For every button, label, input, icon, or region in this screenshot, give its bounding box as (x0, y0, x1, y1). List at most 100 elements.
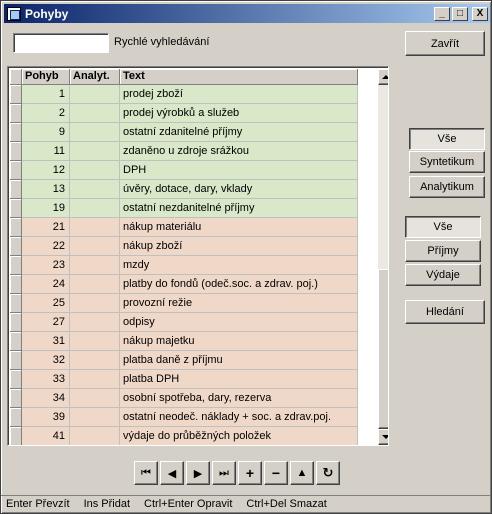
nav-next-button[interactable]: ▶ (186, 461, 210, 485)
cell-analyt[interactable] (70, 389, 120, 408)
cell-text[interactable]: nákup majetku (120, 332, 358, 351)
cell-analyt[interactable] (70, 351, 120, 370)
table-row[interactable]: 13 úvěry, dotace, dary, vklady (10, 180, 358, 199)
cell-pohyb[interactable]: 25 (22, 294, 70, 313)
cell-pohyb[interactable]: 9 (22, 123, 70, 142)
cell-analyt[interactable] (70, 370, 120, 389)
table-row[interactable]: 9 ostatní zdanitelné příjmy (10, 123, 358, 142)
filter-all-button[interactable]: Vše (409, 128, 485, 150)
nav-first-button[interactable]: ⏮ (134, 461, 158, 485)
cell-text[interactable]: platba DPH (120, 370, 358, 389)
cell-text[interactable]: DPH (120, 161, 358, 180)
table-row[interactable]: 34 osobní spotřeba, dary, rezerva (10, 389, 358, 408)
table-row[interactable]: 27 odpisy (10, 313, 358, 332)
table-row[interactable]: 1 prodej zboží (10, 85, 358, 104)
scroll-thumb[interactable] (378, 269, 388, 429)
table-row[interactable]: 31 nákup majetku (10, 332, 358, 351)
cell-text[interactable]: odpisy (120, 313, 358, 332)
cell-pohyb[interactable]: 27 (22, 313, 70, 332)
nav-insert-button[interactable]: + (238, 461, 262, 485)
table-row[interactable]: 23 mzdy (10, 256, 358, 275)
table-row[interactable]: 32 platba daně z příjmu (10, 351, 358, 370)
cell-text[interactable]: nákup materiálu (120, 218, 358, 237)
cell-text[interactable]: prodej výrobků a služeb (120, 104, 358, 123)
cell-pohyb[interactable]: 22 (22, 237, 70, 256)
table-row[interactable]: 24 platby do fondů (odeč.soc. a zdrav. po… (10, 275, 358, 294)
cell-pohyb[interactable]: 19 (22, 199, 70, 218)
table-row[interactable]: 19 ostatní nezdanitelné příjmy (10, 199, 358, 218)
cell-analyt[interactable] (70, 275, 120, 294)
cell-analyt[interactable] (70, 313, 120, 332)
cell-analyt[interactable] (70, 408, 120, 427)
cell-text[interactable]: mzdy (120, 256, 358, 275)
cell-text[interactable]: nákup zboží (120, 237, 358, 256)
table-row[interactable]: 21 nákup materiálu (10, 218, 358, 237)
cell-text[interactable]: úvěry, dotace, dary, vklady (120, 180, 358, 199)
cell-analyt[interactable] (70, 161, 120, 180)
cell-text[interactable]: výdaje do průběžných položek (120, 427, 358, 445)
cell-analyt[interactable] (70, 142, 120, 161)
cell-pohyb[interactable]: 11 (22, 142, 70, 161)
cell-analyt[interactable] (70, 180, 120, 199)
cell-analyt[interactable] (70, 199, 120, 218)
analytikum-button[interactable]: Analytikum (409, 176, 485, 198)
cell-pohyb[interactable]: 34 (22, 389, 70, 408)
type-all-button[interactable]: Vše (405, 216, 481, 238)
cell-analyt[interactable] (70, 104, 120, 123)
table-row[interactable]: 22 nákup zboží (10, 237, 358, 256)
cell-pohyb[interactable]: 33 (22, 370, 70, 389)
table-row[interactable]: 39 ostatní neodeč. náklady + soc. a zdrav… (10, 408, 358, 427)
cell-analyt[interactable] (70, 237, 120, 256)
minimize-button[interactable]: _ (434, 6, 450, 21)
close-button[interactable]: Zavřít (405, 31, 485, 56)
maximize-button[interactable]: □ (452, 6, 468, 21)
hledani-button[interactable]: Hledání (405, 300, 485, 324)
movements-grid[interactable]: Pohyb Analyt. Text 1 prodej zboží 2 prodej … (7, 66, 389, 446)
table-row[interactable]: 12 DPH (10, 161, 358, 180)
cell-text[interactable]: ostatní neodeč. náklady + soc. a zdrav.p… (120, 408, 358, 427)
title-bar[interactable]: Pohyby _ □ X (4, 4, 490, 23)
cell-pohyb[interactable]: 21 (22, 218, 70, 237)
header-pohyb[interactable]: Pohyb (22, 69, 70, 85)
cell-pohyb[interactable]: 1 (22, 85, 70, 104)
cell-analyt[interactable] (70, 256, 120, 275)
cell-pohyb[interactable]: 2 (22, 104, 70, 123)
cell-pohyb[interactable]: 13 (22, 180, 70, 199)
prijmy-button[interactable]: Příjmy (405, 240, 481, 262)
header-text[interactable]: Text (120, 69, 358, 85)
vertical-scrollbar[interactable] (378, 69, 388, 445)
cell-pohyb[interactable]: 12 (22, 161, 70, 180)
cell-text[interactable]: zdaněno u zdroje srážkou (120, 142, 358, 161)
nav-post-button[interactable]: ▲ (290, 461, 314, 485)
nav-prior-button[interactable]: ◀ (160, 461, 184, 485)
nav-last-button[interactable]: ⏭ (212, 461, 236, 485)
nav-refresh-button[interactable]: ↻ (316, 461, 340, 485)
quick-search-input[interactable] (13, 33, 109, 53)
syntetikum-button[interactable]: Syntetikum (409, 151, 485, 173)
cell-analyt[interactable] (70, 218, 120, 237)
table-row[interactable]: 41 výdaje do průběžných položek (10, 427, 358, 445)
table-row[interactable]: 11 zdaněno u zdroje srážkou (10, 142, 358, 161)
scroll-down-button[interactable] (378, 429, 388, 445)
table-row[interactable]: 2 prodej výrobků a služeb (10, 104, 358, 123)
cell-analyt[interactable] (70, 123, 120, 142)
cell-text[interactable]: provozní režie (120, 294, 358, 313)
cell-analyt[interactable] (70, 427, 120, 445)
scroll-up-button[interactable] (378, 69, 388, 85)
header-analyt[interactable]: Analyt. (70, 69, 120, 85)
cell-pohyb[interactable]: 23 (22, 256, 70, 275)
close-window-button[interactable]: X (472, 6, 488, 21)
cell-pohyb[interactable]: 41 (22, 427, 70, 445)
cell-analyt[interactable] (70, 294, 120, 313)
table-row[interactable]: 25 provozní režie (10, 294, 358, 313)
cell-analyt[interactable] (70, 332, 120, 351)
cell-pohyb[interactable]: 32 (22, 351, 70, 370)
table-row[interactable]: 33 platba DPH (10, 370, 358, 389)
cell-text[interactable]: osobní spotřeba, dary, rezerva (120, 389, 358, 408)
vydaje-button[interactable]: Výdaje (405, 264, 481, 286)
cell-text[interactable]: prodej zboží (120, 85, 358, 104)
nav-delete-button[interactable]: − (264, 461, 288, 485)
cell-analyt[interactable] (70, 85, 120, 104)
cell-text[interactable]: platby do fondů (odeč.soc. a zdrav. poj.… (120, 275, 358, 294)
cell-pohyb[interactable]: 31 (22, 332, 70, 351)
